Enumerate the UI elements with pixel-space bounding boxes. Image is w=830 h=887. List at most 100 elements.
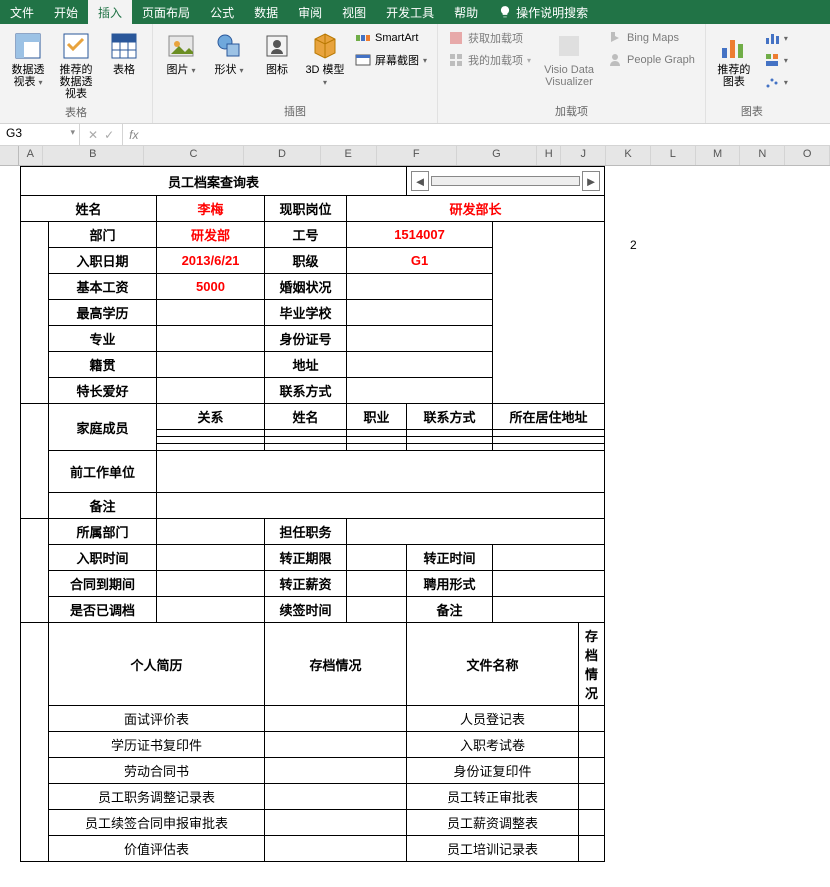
tab-layout[interactable]: 页面布局 xyxy=(132,0,200,24)
label-idcard: 身份证号 xyxy=(265,326,347,352)
prev-record-button[interactable]: ◄ xyxy=(411,171,429,191)
value-empno[interactable]: 1514007 xyxy=(347,222,493,248)
ribbon-body: 数据透视表 ▾ 推荐的数据透视表 表格 表格 图片 ▾ 形状 ▾ xyxy=(0,24,830,124)
value-contact[interactable] xyxy=(347,378,493,404)
tab-help[interactable]: 帮助 xyxy=(444,0,488,24)
col-F[interactable]: F xyxy=(377,146,457,165)
addin-icon xyxy=(448,52,464,68)
picture-button[interactable]: 图片 ▾ xyxy=(159,28,203,78)
col-D[interactable]: D xyxy=(244,146,320,165)
family-row[interactable] xyxy=(157,444,265,451)
col-B[interactable]: B xyxy=(43,146,144,165)
my-addins-button[interactable]: 我的加载项 ▾ xyxy=(444,50,535,70)
value-major[interactable] xyxy=(157,326,265,352)
section-archive: 档案资料 xyxy=(21,623,49,862)
label-archstat: 存档情况 xyxy=(265,623,407,706)
cell-K3[interactable]: 2 xyxy=(630,238,637,252)
pivot-table-button[interactable]: 数据透视表 ▾ xyxy=(6,28,50,90)
col-M[interactable]: M xyxy=(696,146,741,165)
table-button[interactable]: 表格 xyxy=(102,28,146,78)
photo-area[interactable] xyxy=(493,222,605,404)
tab-dev[interactable]: 开发工具 xyxy=(376,0,444,24)
visio-button[interactable]: Visio Data Visualizer xyxy=(539,28,599,90)
accept-formula-button[interactable]: ✓ xyxy=(104,128,114,142)
label-prevwork: 前工作单位 xyxy=(49,451,157,493)
chart-type-1[interactable]: ▾ xyxy=(760,28,792,48)
value-position[interactable]: 研发部长 xyxy=(347,196,605,222)
tab-review[interactable]: 审阅 xyxy=(288,0,332,24)
cancel-formula-button[interactable]: ✕ xyxy=(88,128,98,142)
shapes-button[interactable]: 形状 ▾ xyxy=(207,28,251,78)
value-school[interactable] xyxy=(347,300,493,326)
value-salary[interactable]: 5000 xyxy=(157,274,265,300)
label-regtime: 转正时间 xyxy=(407,545,493,571)
screenshot-button[interactable]: 屏幕截图 ▾ xyxy=(351,50,431,70)
file-exam: 入职考试卷 xyxy=(407,732,579,758)
value-rank[interactable]: G1 xyxy=(347,248,493,274)
record-spinner[interactable]: ◄ ► xyxy=(411,170,600,192)
value-idcard[interactable] xyxy=(347,326,493,352)
col-L[interactable]: L xyxy=(651,146,696,165)
visio-icon xyxy=(553,30,585,62)
col-H[interactable]: H xyxy=(537,146,561,165)
label-position: 现职岗位 xyxy=(265,196,347,222)
value-native[interactable] xyxy=(157,352,265,378)
col-G[interactable]: G xyxy=(457,146,537,165)
fx-icon[interactable]: fx xyxy=(123,128,144,142)
value-name[interactable]: 李梅 xyxy=(157,196,265,222)
value-remark[interactable] xyxy=(157,493,605,519)
icons-button[interactable]: 图标 xyxy=(255,28,299,78)
chart-type-3[interactable]: ▾ xyxy=(760,72,792,92)
tab-home[interactable]: 开始 xyxy=(44,0,88,24)
section-hire: 雇佣情况 xyxy=(21,519,49,623)
chart-type-2[interactable]: ▾ xyxy=(760,50,792,70)
file-renew: 员工续签合同申报审批表 xyxy=(49,810,265,836)
label-contractend: 合同到期间 xyxy=(49,571,157,597)
group-label-tables: 表格 xyxy=(6,102,146,120)
label-school: 毕业学校 xyxy=(265,300,347,326)
next-record-button[interactable]: ► xyxy=(582,171,600,191)
col-K[interactable]: K xyxy=(606,146,651,165)
label-address: 地址 xyxy=(265,352,347,378)
recommended-pivot-button[interactable]: 推荐的数据透视表 xyxy=(54,28,98,102)
people-graph-button[interactable]: People Graph xyxy=(603,50,699,70)
label-marital: 婚姻状况 xyxy=(265,274,347,300)
value-prevwork[interactable] xyxy=(157,451,605,493)
col-J[interactable]: J xyxy=(561,146,606,165)
value-hobby[interactable] xyxy=(157,378,265,404)
select-all-corner[interactable] xyxy=(0,146,19,165)
name-box[interactable]: G3 xyxy=(0,124,80,145)
recommended-charts-button[interactable]: 推荐的图表 xyxy=(712,28,756,90)
tell-me-search[interactable]: 操作说明搜索 xyxy=(488,0,598,24)
label-salary: 基本工资 xyxy=(49,274,157,300)
ribbon-group-charts: 推荐的图表 ▾ ▾ ▾ 图表 xyxy=(706,24,798,123)
smartart-button[interactable]: SmartArt xyxy=(351,28,431,48)
tab-formulas[interactable]: 公式 xyxy=(200,0,244,24)
tab-view[interactable]: 视图 xyxy=(332,0,376,24)
tab-insert[interactable]: 插入 xyxy=(88,0,132,24)
file-value: 价值评估表 xyxy=(49,836,265,862)
label-contact: 联系方式 xyxy=(265,378,347,404)
tab-data[interactable]: 数据 xyxy=(244,0,288,24)
label-fname: 姓名 xyxy=(265,404,347,430)
file-edu: 学历证书复印件 xyxy=(49,732,265,758)
3d-models-button[interactable]: 3D 模型 ▾ xyxy=(303,28,347,90)
label-education: 最高学历 xyxy=(49,300,157,326)
family-row[interactable] xyxy=(157,437,265,444)
value-marital[interactable] xyxy=(347,274,493,300)
file-reg: 人员登记表 xyxy=(407,706,579,732)
col-C[interactable]: C xyxy=(144,146,245,165)
value-education[interactable] xyxy=(157,300,265,326)
get-addins-button[interactable]: 获取加载项 xyxy=(444,28,535,48)
col-E[interactable]: E xyxy=(321,146,377,165)
value-dept[interactable]: 研发部 xyxy=(157,222,265,248)
label-hiredate: 入职日期 xyxy=(49,248,157,274)
value-address[interactable] xyxy=(347,352,493,378)
value-hiredate[interactable]: 2013/6/21 xyxy=(157,248,265,274)
family-row[interactable] xyxy=(157,430,265,437)
col-A[interactable]: A xyxy=(19,146,43,165)
col-N[interactable]: N xyxy=(740,146,785,165)
tab-file[interactable]: 文件 xyxy=(0,0,44,24)
bing-maps-button[interactable]: Bing Maps xyxy=(603,28,699,48)
col-O[interactable]: O xyxy=(785,146,830,165)
